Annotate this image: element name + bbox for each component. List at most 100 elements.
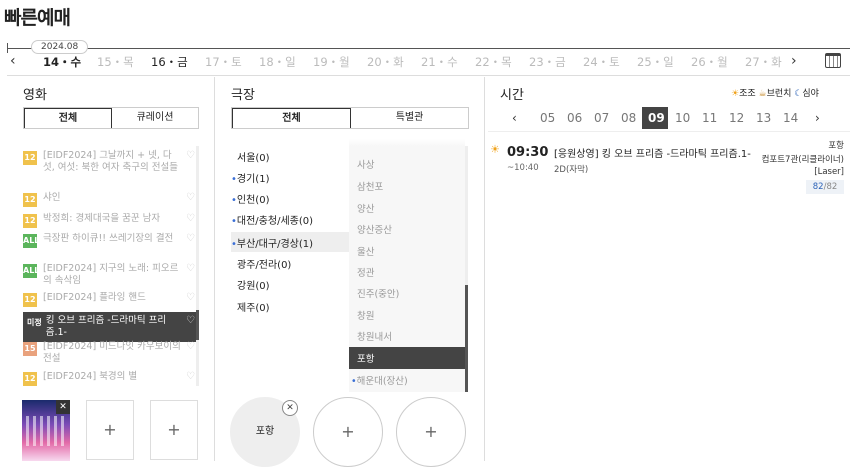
movie-item[interactable]: 15 [EIDF2024] 미드나잇 카우보이의 전설 ♡	[23, 341, 195, 365]
city-item[interactable]: 창원내서	[357, 329, 392, 343]
tab-all[interactable]: 전체	[24, 108, 112, 128]
movie-item[interactable]: 12 박정희: 경제대국을 꿈꾼 남자 ♡	[23, 213, 195, 228]
hour-item[interactable]: 06	[567, 111, 582, 125]
add-movie-slot[interactable]: +	[150, 400, 198, 460]
movie-title: [EIDF2024] 미드나잇 카우보이의 전설	[43, 341, 181, 364]
hour-item[interactable]: 08	[621, 111, 636, 125]
city-item[interactable]: 울산	[357, 244, 374, 258]
city-label: 해운대(장산)	[356, 376, 408, 387]
hour-item[interactable]: 12	[729, 111, 744, 125]
heart-icon[interactable]: ♡	[186, 371, 195, 383]
heart-icon[interactable]: ♡	[186, 315, 195, 327]
date-day[interactable]: 17・토	[205, 54, 242, 70]
hour-prev-button[interactable]: ‹	[512, 111, 517, 125]
seats-total: 82	[826, 182, 838, 192]
hour-item[interactable]: 14	[783, 111, 798, 125]
region-item[interactable]: 서울(0)	[237, 149, 270, 164]
date-day[interactable]: 22・목	[475, 54, 512, 70]
date-day[interactable]: 15・목	[97, 54, 134, 70]
movie-title: 킹 오브 프리즘 -드라마틱 프리즘.1-	[45, 315, 167, 338]
add-theater-slot[interactable]: +	[396, 397, 466, 467]
remove-theater-button[interactable]: ✕	[282, 400, 298, 416]
rating-badge: 15	[23, 342, 37, 356]
movie-item[interactable]: 12 [EIDF2024] 플라잉 핸드 ♡	[23, 292, 195, 307]
region-item[interactable]: 강원(0)	[237, 277, 270, 292]
sun-icon: ☀	[731, 89, 740, 99]
tab-curation[interactable]: 큐레이션	[112, 108, 198, 128]
city-item[interactable]: 진주(중안)	[357, 286, 399, 300]
date-day[interactable]: 18・일	[259, 54, 296, 70]
cup-icon: ☕	[758, 89, 767, 99]
movie-item[interactable]: ALL 극장판 하이큐!! 쓰레기장의 결전 ♡	[23, 233, 195, 248]
city-item[interactable]: 양산	[357, 201, 374, 215]
city-item[interactable]: 정관	[357, 265, 374, 279]
showtime-title: [응원상영] 킹 오브 프리즘 -드라마틱 프리즘.1-	[554, 149, 751, 160]
legend-morning: 조조	[739, 89, 756, 99]
heart-icon[interactable]: ♡	[186, 192, 195, 204]
time-legend: ☀조조 ☕브런치 ☾심야	[731, 86, 819, 99]
heart-icon[interactable]: ♡	[186, 263, 195, 275]
date-day[interactable]: 24・토	[583, 54, 620, 70]
date-day[interactable]: 26・월	[691, 54, 728, 70]
date-day[interactable]: 19・월	[313, 54, 350, 70]
region-item[interactable]: •인천(0)	[231, 191, 269, 206]
city-item[interactable]: 사상	[357, 157, 374, 171]
heart-icon[interactable]: ♡	[186, 341, 195, 353]
hour-item[interactable]: 11	[702, 111, 717, 125]
column-divider	[214, 77, 215, 461]
hour-item[interactable]: 10	[675, 111, 690, 125]
seats-left: 82	[812, 182, 824, 192]
add-movie-slot[interactable]: +	[86, 400, 134, 460]
add-theater-slot[interactable]: +	[313, 397, 383, 467]
showtime-row[interactable]: ☀ 09:30 ~10:40 [응원상영] 킹 오브 프리즘 -드라마틱 프리즘…	[488, 136, 850, 196]
region-item-selected[interactable]: •부산/대구/경상(1)	[231, 235, 313, 250]
seat-count: 82/82	[806, 180, 844, 194]
movie-scroll-thumb[interactable]	[196, 310, 199, 340]
remove-movie-button[interactable]: ✕	[56, 400, 70, 414]
city-item[interactable]: •해운대(장산)	[351, 373, 408, 387]
movie-scrollbar[interactable]	[196, 146, 199, 386]
city-item[interactable]: 삼천포	[357, 179, 383, 193]
city-scroll-thumb[interactable]	[465, 285, 468, 392]
date-prev-button[interactable]: ‹	[10, 53, 16, 69]
movie-item[interactable]: 12 [EIDF2024] 그날까지 + 넷, 다섯, 여섯: 북한 여자 축구의…	[23, 150, 195, 174]
showtime-cinema: 포항	[828, 141, 844, 151]
region-item[interactable]: 광주/전라(0)	[237, 256, 291, 271]
calendar-icon[interactable]	[825, 53, 841, 68]
tab-special[interactable]: 특별관	[351, 108, 468, 128]
hour-item[interactable]: 07	[594, 111, 609, 125]
rating-badge: 12	[23, 193, 37, 207]
date-day[interactable]: 16・금	[151, 54, 188, 70]
movie-title: 극장판 하이큐!! 쓰레기장의 결전	[43, 233, 174, 244]
city-item[interactable]: 양산증산	[357, 222, 392, 236]
heart-icon[interactable]: ♡	[186, 213, 195, 225]
heart-icon[interactable]: ♡	[186, 292, 195, 304]
date-day[interactable]: 20・화	[367, 54, 404, 70]
region-label: 인천(0)	[236, 195, 270, 206]
movie-title: 박정희: 경제대국을 꿈꾼 남자	[43, 213, 161, 224]
city-item[interactable]: 창원	[357, 308, 374, 322]
region-item[interactable]: •경기(1)	[231, 170, 269, 185]
date-day[interactable]: 27・화	[745, 54, 782, 70]
date-day[interactable]: 14・수	[43, 54, 81, 70]
region-item[interactable]: 제주(0)	[237, 299, 270, 314]
city-item-selected[interactable]: 포항	[357, 351, 374, 365]
rating-badge: ALL	[23, 264, 39, 278]
heart-icon[interactable]: ♡	[186, 233, 195, 245]
hour-item[interactable]: 13	[756, 111, 771, 125]
movie-item-selected[interactable]: 미정 킹 오브 프리즘 -드라마틱 프리즘.1- ♡	[23, 312, 199, 342]
hour-item-selected[interactable]: 09	[648, 111, 665, 125]
region-item[interactable]: •대전/충청/세종(0)	[231, 212, 313, 227]
date-day[interactable]: 21・수	[421, 54, 458, 70]
movie-item[interactable]: 12 [EIDF2024] 북경의 별 ♡	[23, 371, 195, 386]
movie-item[interactable]: 12 샤인 ♡	[23, 192, 195, 207]
date-day[interactable]: 23・금	[529, 54, 566, 70]
heart-icon[interactable]: ♡	[186, 150, 195, 162]
legend-brunch: 브런치	[766, 89, 792, 99]
date-next-button[interactable]: ›	[791, 53, 797, 69]
movie-item[interactable]: ALL [EIDF2024] 지구의 노래: 피오르의 속삭임 ♡	[23, 263, 195, 287]
hour-item[interactable]: 05	[540, 111, 555, 125]
date-day[interactable]: 25・일	[637, 54, 674, 70]
hour-next-button[interactable]: ›	[815, 111, 820, 125]
tab-all[interactable]: 전체	[232, 108, 351, 128]
